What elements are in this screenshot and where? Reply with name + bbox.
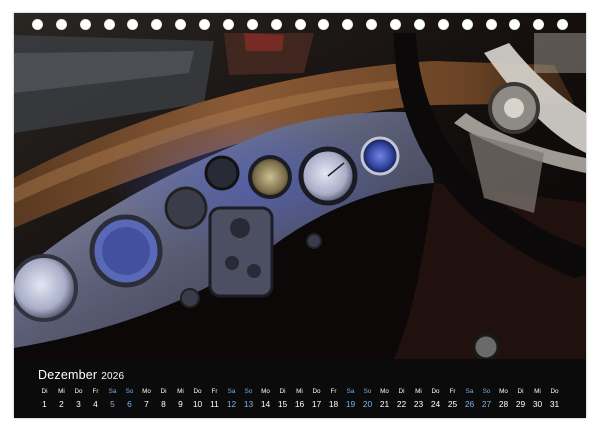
day-number: 14: [260, 399, 271, 409]
day-number: 13: [243, 399, 254, 409]
day-number: 16: [294, 399, 305, 409]
weekday-label: Mi: [296, 388, 303, 395]
vintage-car-dashboard-image: [14, 13, 586, 359]
weekday-label: Di: [160, 388, 167, 395]
binding-hole: [270, 18, 282, 30]
day-number: 15: [277, 399, 288, 409]
day-number: 22: [396, 399, 407, 409]
weekday-label: So: [363, 388, 372, 395]
weekday-label: Di: [41, 388, 48, 395]
day-number: 9: [178, 399, 183, 409]
weekday-label: Sa: [227, 388, 236, 395]
day-number: 19: [345, 399, 356, 409]
binding-hole: [437, 18, 449, 30]
day-number: 3: [76, 399, 81, 409]
weekday-label: So: [482, 388, 491, 395]
day-number: 10: [192, 399, 203, 409]
day-number: 4: [93, 399, 98, 409]
binding-hole: [413, 18, 425, 30]
day-number: 26: [464, 399, 475, 409]
binding-holes: [14, 13, 586, 35]
binding-hole: [199, 18, 210, 30]
binding-hole: [79, 18, 91, 30]
weekday-label: Do: [312, 388, 321, 395]
weekday-label: Do: [74, 388, 83, 395]
day-number: 25: [447, 399, 458, 409]
weekday-label: Mi: [415, 388, 422, 395]
day-number: 27: [481, 399, 492, 409]
binding-hole: [366, 18, 378, 30]
binding-hole: [461, 18, 473, 30]
binding-hole: [103, 18, 115, 30]
binding-hole: [318, 18, 330, 30]
day-number: 1: [42, 399, 47, 409]
weekday-label: Mi: [177, 388, 184, 395]
weekday-label: Sa: [465, 388, 474, 395]
day-number: 24: [430, 399, 441, 409]
binding-hole: [175, 18, 187, 30]
calendar-page: Dezember 2026 Di Mi Do Fr Sa So Mo Di Mi Do Fr Sa So M…: [14, 13, 586, 418]
binding-hole: [485, 18, 497, 30]
weekday-label: Mi: [58, 388, 65, 395]
weekday-label: Di: [279, 388, 286, 395]
binding-hole: [222, 18, 234, 30]
day-number: 5: [110, 399, 115, 409]
binding-hole: [151, 18, 163, 30]
day-number: 7: [144, 399, 149, 409]
weekday-label: Fr: [449, 388, 456, 395]
weekday-label: Do: [431, 388, 440, 395]
binding-hole: [509, 18, 521, 30]
calendar-title: Dezember 2026: [38, 368, 124, 382]
weekday-label: Sa: [346, 388, 355, 395]
calendar-strip: Dezember 2026 Di Mi Do Fr Sa So Mo Di Mi Do Fr Sa So M…: [14, 359, 586, 418]
binding-hole: [127, 18, 139, 30]
dashboard-photo: [14, 13, 586, 359]
weekday-label: Mo: [499, 388, 508, 395]
binding-hole: [246, 18, 258, 30]
weekday-label: Mi: [534, 388, 541, 395]
binding-hole: [294, 18, 306, 30]
weekday-label: Di: [398, 388, 405, 395]
weekday-label: Mo: [142, 388, 151, 395]
weekday-label: So: [244, 388, 253, 395]
weekday-label: Fr: [330, 388, 337, 395]
day-number: 6: [127, 399, 132, 409]
day-number: 30: [532, 399, 543, 409]
day-number: 21: [379, 399, 390, 409]
day-number: 20: [362, 399, 373, 409]
weekday-label: Do: [550, 388, 559, 395]
binding-hole: [533, 18, 545, 30]
day-number: 8: [161, 399, 166, 409]
day-number: 18: [328, 399, 339, 409]
day-number: 11: [210, 399, 219, 409]
month-label: Dezember: [38, 368, 98, 382]
binding-hole: [55, 18, 67, 30]
weekday-label: So: [125, 388, 134, 395]
binding-hole: [390, 18, 401, 30]
day-number: 17: [311, 399, 322, 409]
weekday-label: Di: [517, 388, 524, 395]
calendar-day-grid: Di Mi Do Fr Sa So Mo Di Mi Do Fr Sa So Mo Di Mi Do Fr Sa So…: [36, 387, 563, 410]
weekday-label: Mo: [261, 388, 270, 395]
day-number: 2: [59, 399, 64, 409]
weekday-label: Fr: [211, 388, 218, 395]
weekday-label: Fr: [92, 388, 99, 395]
day-number: 23: [413, 399, 424, 409]
year-label: 2026: [101, 371, 125, 382]
day-number: 28: [498, 399, 509, 409]
weekday-label: Do: [193, 388, 202, 395]
binding-hole: [557, 18, 569, 30]
day-number: 12: [226, 399, 237, 409]
binding-hole: [31, 18, 43, 30]
weekday-label: Mo: [380, 388, 389, 395]
binding-hole: [342, 18, 354, 30]
day-number: 29: [515, 399, 526, 409]
day-number: 31: [549, 399, 560, 409]
weekday-label: Sa: [108, 388, 117, 395]
